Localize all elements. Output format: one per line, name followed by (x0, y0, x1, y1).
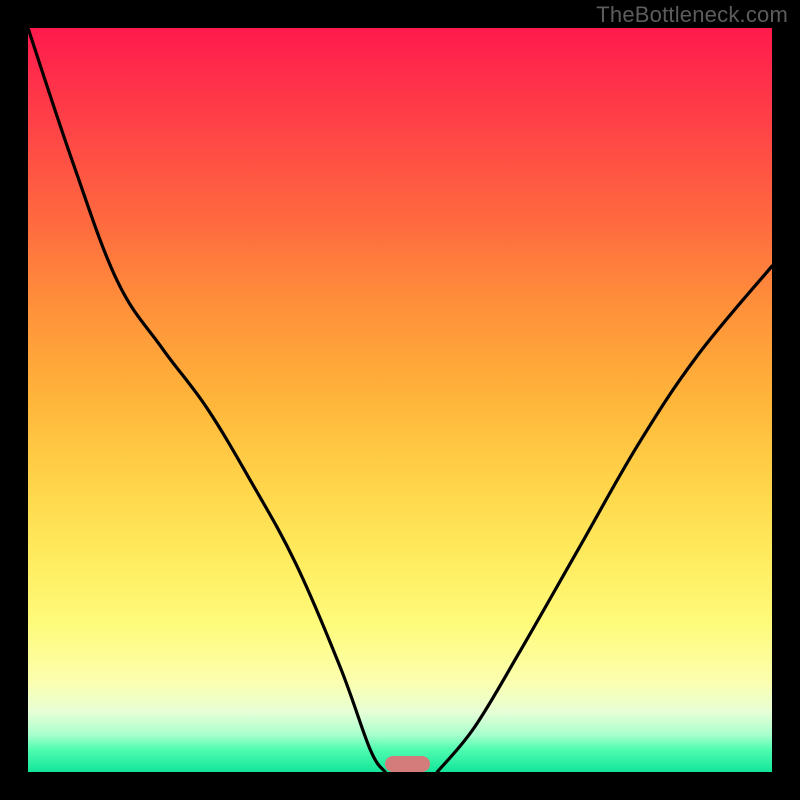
curve-layer (28, 28, 772, 772)
left-curve (28, 28, 385, 772)
right-curve (437, 266, 772, 772)
bottleneck-marker (385, 756, 430, 772)
plot-area (28, 28, 772, 772)
watermark-text: TheBottleneck.com (596, 2, 788, 28)
chart-frame: TheBottleneck.com (0, 0, 800, 800)
